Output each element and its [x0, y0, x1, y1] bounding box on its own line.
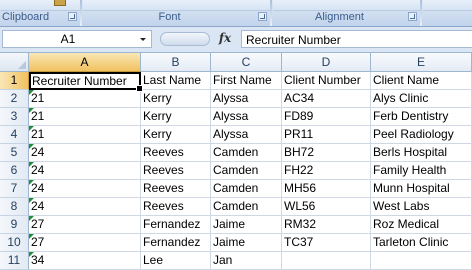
cell-d6[interactable]: FH22 [282, 162, 371, 180]
ribbon-separator [420, 0, 422, 26]
cell-b3[interactable]: Kerry [141, 108, 211, 126]
cell-a4[interactable]: 21 [29, 126, 141, 144]
row-header-3[interactable]: 3 [0, 108, 29, 126]
cell-d10[interactable]: TC37 [282, 234, 371, 252]
row-header-6[interactable]: 6 [0, 162, 29, 180]
cell-e10[interactable]: Tarleton Clinic [371, 234, 472, 252]
row-header-7[interactable]: 7 [0, 180, 29, 198]
cell-b2[interactable]: Kerry [141, 90, 211, 108]
cell-c1[interactable]: First Name [211, 72, 282, 90]
dialog-launcher-icon[interactable] [258, 12, 267, 21]
cell-e5[interactable]: Berls Hospital [371, 144, 472, 162]
cell-c2[interactable]: Alyssa [211, 90, 282, 108]
formula-input-value: Recruiter Number [246, 33, 341, 47]
cell-c6[interactable]: Camden [211, 162, 282, 180]
number-as-text-indicator-icon [29, 90, 34, 95]
cell-b5[interactable]: Reeves [141, 144, 211, 162]
cell-a10[interactable]: 27 [29, 234, 141, 252]
cell-e2[interactable]: Alys Clinic [371, 90, 472, 108]
ribbon-separator [270, 0, 272, 26]
cell-b9[interactable]: Fernandez [141, 216, 211, 234]
row-header-2[interactable]: 2 [0, 90, 29, 108]
number-as-text-indicator-icon [29, 126, 34, 131]
cell-e1[interactable]: Client Name [371, 72, 472, 90]
cell-e3[interactable]: Ferb Dentistry [371, 108, 472, 126]
column-header-a[interactable]: A [29, 53, 141, 72]
row-header-10[interactable]: 10 [0, 234, 29, 252]
clipboard-icon[interactable] [54, 0, 66, 6]
number-as-text-indicator-icon [29, 144, 34, 149]
cell-c3[interactable]: Alyssa [211, 108, 282, 126]
column-header-e[interactable]: E [371, 53, 472, 72]
cell-d5[interactable]: BH72 [282, 144, 371, 162]
row-header-8[interactable]: 8 [0, 198, 29, 216]
ribbon-group-label: Alignment [315, 11, 364, 23]
cell-c5[interactable]: Camden [211, 144, 282, 162]
name-box-value: A1 [60, 32, 76, 46]
cell-d7[interactable]: MH56 [282, 180, 371, 198]
ribbon-group-label: Clipboard [2, 11, 50, 23]
name-box[interactable]: A1 [2, 30, 152, 48]
ribbon-group-clipboard: Clipboard [0, 0, 80, 26]
cell-a2[interactable]: 21 [29, 90, 141, 108]
cell-c9[interactable]: Jaime [211, 216, 282, 234]
ribbon: Clipboard Font Alignment [0, 0, 472, 27]
row-header-1[interactable]: 1 [0, 72, 29, 90]
cell-c10[interactable]: Jaime [211, 234, 282, 252]
column-header-b[interactable]: B [141, 53, 211, 72]
ribbon-group-alignment: Alignment [273, 0, 420, 26]
cell-e9[interactable]: Roz Medical [371, 216, 472, 234]
cell-c8[interactable]: Camden [211, 198, 282, 216]
cell-b10[interactable]: Fernandez [141, 234, 211, 252]
cell-c4[interactable]: Alyssa [211, 126, 282, 144]
cell-a5[interactable]: 24 [29, 144, 141, 162]
ribbon-separator [80, 0, 82, 26]
ribbon-group-partial [423, 0, 472, 26]
dialog-launcher-icon[interactable] [408, 12, 417, 21]
cell-c7[interactable]: Camden [211, 180, 282, 198]
column-header-c[interactable]: C [211, 53, 282, 72]
cell-d1[interactable]: Client Number [282, 72, 371, 90]
cell-b6[interactable]: Reeves [141, 162, 211, 180]
cell-e8[interactable]: West Labs [371, 198, 472, 216]
formula-bar: A1 fx Recruiter Number [0, 27, 472, 53]
ribbon-group-label: Font [158, 11, 181, 23]
formula-bar-expand-control[interactable] [160, 32, 210, 46]
number-as-text-indicator-icon [29, 180, 34, 185]
cell-d2[interactable]: AC34 [282, 90, 371, 108]
column-header-d[interactable]: D [282, 53, 371, 72]
cell-e4[interactable]: Peel Radiology [371, 126, 472, 144]
cell-b8[interactable]: Reeves [141, 198, 211, 216]
cell-a7[interactable]: 24 [29, 180, 141, 198]
cell-a3[interactable]: 21 [29, 108, 141, 126]
cell-b4[interactable]: Kerry [141, 126, 211, 144]
cell-e7[interactable]: Munn Hospital [371, 180, 472, 198]
cell-d4[interactable]: PR11 [282, 126, 371, 144]
cell-b7[interactable]: Reeves [141, 180, 211, 198]
cell-a1[interactable]: Recruiter Number [29, 72, 143, 92]
cell-a8[interactable]: 24 [29, 198, 141, 216]
row-header-5[interactable]: 5 [0, 144, 29, 162]
cell-a6[interactable]: 24 [29, 162, 141, 180]
number-as-text-indicator-icon [29, 234, 34, 239]
cell-d9[interactable]: RM32 [282, 216, 371, 234]
cell-d3[interactable]: FD89 [282, 108, 371, 126]
number-as-text-indicator-icon [29, 162, 34, 167]
cell-e6[interactable]: Family Health [371, 162, 472, 180]
row-header-9[interactable]: 9 [0, 216, 29, 234]
formula-input[interactable]: Recruiter Number [241, 30, 472, 48]
cell-d8[interactable]: WL56 [282, 198, 371, 216]
insert-function-icon[interactable]: fx [216, 31, 234, 47]
number-as-text-indicator-icon [29, 108, 34, 113]
cell-b1[interactable]: Last Name [141, 72, 211, 90]
number-as-text-indicator-icon [29, 198, 34, 203]
cell-a9[interactable]: 27 [29, 216, 141, 234]
dialog-launcher-icon[interactable] [68, 12, 77, 21]
ribbon-group-font: Font [83, 0, 270, 26]
chevron-down-icon[interactable] [137, 33, 149, 45]
select-all-button[interactable] [0, 53, 29, 72]
number-as-text-indicator-icon [29, 216, 34, 221]
row-header-4[interactable]: 4 [0, 126, 29, 144]
